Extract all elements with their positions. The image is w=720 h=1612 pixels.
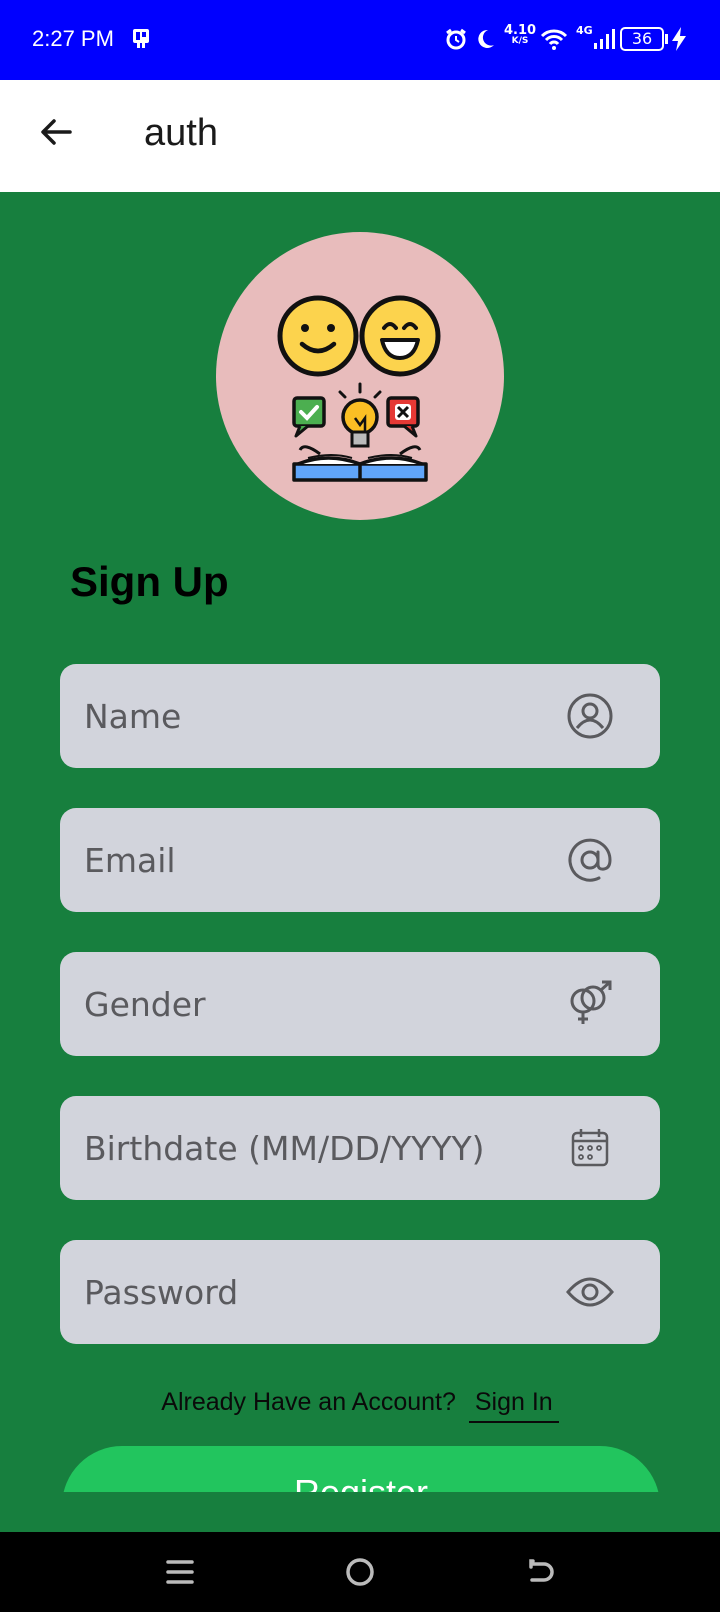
charging-icon [670, 24, 688, 54]
register-button[interactable]: Register [62, 1446, 660, 1492]
gender-field [60, 952, 660, 1056]
name-field [60, 664, 660, 768]
status-time: 2:27 PM [32, 26, 114, 51]
gender-icon [564, 978, 616, 1030]
signin-prompt: Already Have an Account? Sign In [0, 1388, 720, 1423]
moon-icon [474, 24, 496, 54]
back-nav-button[interactable] [520, 1552, 560, 1592]
page-title: auth [144, 112, 218, 154]
battery-level: 36 [620, 27, 664, 51]
email-field [60, 808, 660, 912]
menu-button[interactable] [160, 1552, 200, 1592]
at-sign-icon [564, 834, 616, 886]
menu-icon [166, 1560, 194, 1584]
arrow-left-icon [41, 119, 72, 145]
open-book-icon [292, 445, 428, 482]
wifi-icon [540, 24, 568, 54]
cross-bubble-icon [386, 396, 420, 438]
lightbulb-icon [338, 382, 382, 448]
calendar-icon [564, 1122, 616, 1174]
app-bar: auth [0, 80, 720, 192]
back-button[interactable] [30, 106, 82, 158]
signup-heading: Sign Up [70, 558, 229, 605]
grin-face-icon [359, 295, 441, 377]
birthdate-field [60, 1096, 660, 1200]
alarm-icon [444, 24, 468, 54]
system-nav-bar [0, 1532, 720, 1612]
network-type: 4G [576, 24, 593, 37]
net-speed: 4.10 K/S [504, 24, 536, 54]
user-circle-icon [564, 690, 616, 742]
app-logo [216, 232, 504, 520]
password-field [60, 1240, 660, 1344]
home-button[interactable] [340, 1552, 380, 1592]
net-speed-unit: K/S [511, 36, 529, 46]
signal-icon [592, 24, 616, 54]
eye-icon[interactable] [564, 1266, 616, 1318]
signup-screen: Sign Up Already Have an Accou [0, 192, 720, 1492]
notification-icon [130, 24, 152, 54]
check-bubble-icon [292, 396, 326, 438]
status-bar: 2:27 PM 4.10 K/S 4G 36 [0, 0, 720, 80]
home-icon [346, 1558, 374, 1586]
already-account-text: Already Have an Account? [161, 1388, 456, 1416]
smile-face-icon [277, 295, 359, 377]
sign-in-link[interactable]: Sign In [468, 1388, 559, 1423]
battery-icon: 36 [620, 24, 668, 54]
back-icon [529, 1559, 554, 1582]
